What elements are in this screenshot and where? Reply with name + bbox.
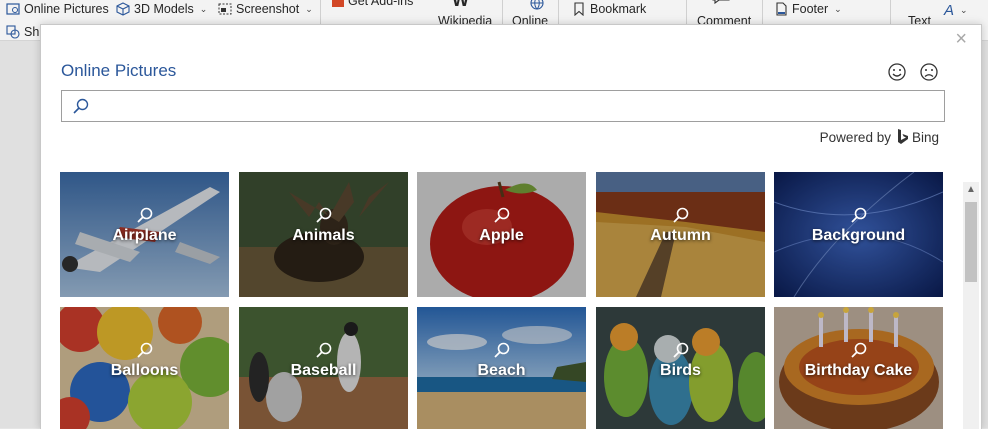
search-input[interactable] — [96, 95, 930, 117]
smile-feedback-icon[interactable] — [886, 61, 908, 83]
tile-birthday-cake[interactable]: Birthday Cake — [774, 307, 943, 429]
tile-label: Airplane — [112, 227, 177, 244]
frown-feedback-icon[interactable] — [918, 61, 940, 83]
footer-label: Footer — [792, 2, 829, 16]
search-icon — [315, 207, 331, 223]
search-icon — [672, 342, 688, 358]
tile-label: Beach — [477, 362, 526, 379]
comment-icon — [712, 0, 730, 4]
tile-autumn[interactable]: Autumn — [596, 172, 765, 297]
shapes-button[interactable]: Sh — [6, 25, 39, 39]
tile-apple[interactable]: Apple — [417, 172, 586, 297]
get-addins-label: Get Add-ins — [348, 0, 414, 8]
tile-label: Baseball — [290, 362, 357, 379]
store-icon — [332, 0, 344, 7]
tile-label: Background — [811, 227, 906, 244]
wordart-button[interactable]: A ⌄ — [944, 2, 968, 19]
powered-by-label: Powered by — [819, 129, 891, 145]
search-icon — [136, 207, 152, 223]
bookmark-button[interactable]: Bookmark — [572, 2, 646, 16]
chevron-down-icon: ⌄ — [199, 3, 208, 14]
get-addins-button[interactable]: Get Add-ins — [332, 0, 413, 8]
search-icon — [850, 207, 866, 223]
powered-by-bing: Powered by Bing — [820, 129, 939, 145]
wikipedia-icon: W — [452, 0, 469, 10]
search-icon — [850, 342, 866, 358]
footer-icon — [776, 2, 787, 16]
tile-airplane[interactable]: Airplane — [60, 172, 229, 297]
online-pictures-dialog: × Online Pictures Powered by Bing Airpla… — [40, 24, 982, 429]
tile-background[interactable]: Background — [774, 172, 943, 297]
tile-label: Animals — [292, 227, 355, 244]
chevron-down-icon: ⌄ — [960, 5, 968, 15]
tile-label: Apple — [479, 227, 524, 244]
cube-icon — [116, 2, 130, 16]
search-icon — [136, 342, 152, 358]
shapes-label: Sh — [24, 25, 40, 39]
scrollbar[interactable]: ▲ — [963, 182, 979, 429]
bookmark-icon — [574, 2, 584, 16]
tile-beach[interactable]: Beach — [417, 307, 586, 429]
tile-animals[interactable]: Animals — [239, 172, 408, 297]
dialog-title: Online Pictures — [61, 61, 177, 80]
scrollbar-thumb[interactable] — [965, 202, 977, 282]
tile-baseball[interactable]: Baseball — [239, 307, 408, 429]
search-box[interactable] — [61, 90, 945, 122]
search-icon — [493, 207, 509, 223]
footer-button[interactable]: Footer ⌄ — [774, 2, 842, 16]
search-icon — [493, 342, 509, 358]
screenshot-label: Screenshot — [236, 2, 300, 16]
screenshot-button[interactable]: Screenshot ⌄ — [218, 2, 313, 16]
bing-icon — [897, 129, 908, 144]
image-category-grid: Airplane Animals Apple Autumn Background… — [60, 172, 945, 429]
3d-models-label: 3D Models — [134, 2, 194, 16]
globe-icon — [530, 0, 544, 10]
tile-label: Birthday Cake — [804, 362, 913, 379]
tile-label: Birds — [660, 362, 701, 379]
bing-label: Bing — [911, 129, 939, 145]
bing-logo: Bing — [897, 129, 939, 145]
chevron-down-icon: ⌄ — [305, 3, 313, 14]
wordart-icon: A — [944, 2, 955, 19]
screenshot-icon — [218, 3, 232, 15]
chevron-down-icon: ⌄ — [834, 3, 842, 14]
scroll-up-arrow-icon[interactable]: ▲ — [963, 182, 979, 198]
tile-birds[interactable]: Birds — [596, 307, 765, 429]
search-icon — [73, 98, 89, 114]
tile-label: Autumn — [650, 227, 711, 244]
document-background — [0, 41, 40, 428]
online-pictures-label: Online Pictures — [24, 2, 109, 16]
tile-balloons[interactable]: Balloons — [60, 307, 229, 429]
picture-icon — [6, 3, 20, 15]
online-pictures-button[interactable]: Online Pictures — [6, 2, 109, 16]
3d-models-button[interactable]: 3D Models ⌄ — [116, 2, 207, 16]
tile-label: Balloons — [110, 362, 179, 379]
search-icon — [315, 342, 331, 358]
bookmark-label: Bookmark — [590, 2, 647, 16]
close-icon[interactable]: × — [955, 29, 967, 49]
shapes-icon — [6, 25, 20, 39]
search-icon — [672, 207, 688, 223]
